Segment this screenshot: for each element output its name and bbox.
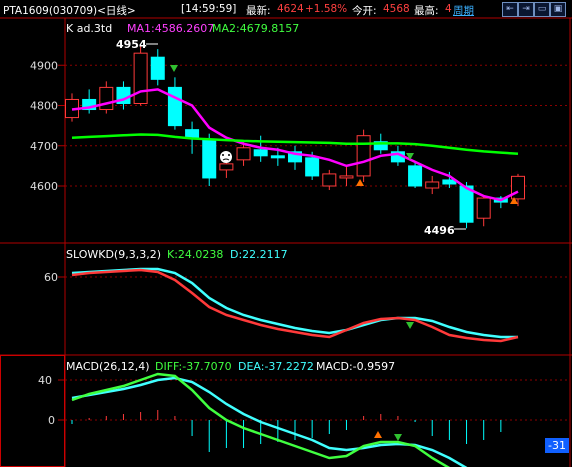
candle-body: [185, 129, 200, 139]
price-tick-label: 4800: [30, 100, 58, 113]
candle-body: [270, 155, 285, 159]
candle-body: [476, 197, 491, 219]
candle-body: [322, 173, 337, 187]
buy-arrow-icon: [374, 431, 382, 438]
candle-body: [356, 135, 371, 177]
macd-diff-value: DIFF:-37.7070: [155, 360, 232, 373]
face-icon: [220, 151, 232, 163]
candle-body: [408, 165, 423, 187]
candle-body: [99, 86, 114, 111]
candle-body: [167, 86, 182, 127]
kd-title: SLOWKD(9,3,3,2): [66, 248, 162, 261]
chart-frame: [0, 17, 572, 467]
face-eye: [222, 154, 224, 156]
candle-body: [236, 147, 251, 161]
candle-body: [150, 56, 165, 80]
candle-body: [305, 157, 320, 177]
ma1-value: MA1:4586.2607: [127, 22, 215, 35]
kd-tick-label: 60: [44, 271, 58, 284]
macd-bar-value: MACD:-0.9597: [316, 360, 396, 373]
sell-arrow-icon: [170, 65, 178, 72]
price-tick-label: 4900: [30, 59, 58, 72]
macd-right-badge: -31: [545, 438, 569, 453]
kd-d-line: [71, 267, 518, 339]
price-tick-label: 4600: [30, 180, 58, 193]
candle-body: [253, 149, 268, 157]
low-marker: 4496: [424, 224, 455, 237]
candle-body: [133, 52, 148, 104]
kd-k-line: [71, 268, 519, 343]
candle-body: [511, 175, 525, 200]
face-eye: [228, 154, 230, 156]
candle-body: [425, 181, 440, 189]
macd-panel-selector[interactable]: [0, 355, 65, 467]
candle-body: [202, 139, 217, 179]
sell-arrow-icon: [406, 322, 414, 329]
buy-arrow-icon: [356, 179, 364, 186]
candle-body: [219, 163, 234, 171]
kd-k-value: K:24.0238: [167, 248, 224, 261]
kd-lines: [71, 267, 519, 343]
price-tick-label: 4700: [30, 140, 58, 153]
candles: [65, 45, 525, 229]
main-title: K ad.3td: [66, 22, 113, 35]
high-marker: 4954: [116, 38, 147, 51]
kd-d-value: D:22.2117: [230, 248, 288, 261]
macd-dea-value: DEA:-37.2272: [238, 360, 314, 373]
macd-title: MACD(26,12,4): [66, 360, 150, 373]
candle-body: [339, 175, 354, 179]
ma2-value: MA2:4679.8157: [212, 22, 300, 35]
sell-arrow-icon: [394, 434, 402, 441]
kline-chart[interactable]: 460047004800490060400: [0, 0, 572, 467]
